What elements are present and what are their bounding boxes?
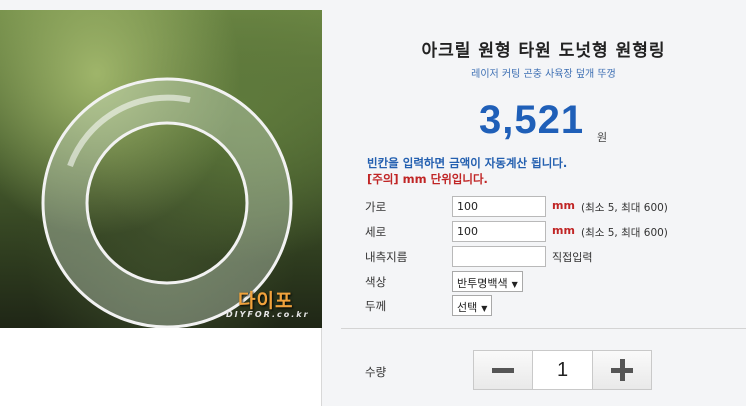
thickness-label: 두께 — [365, 299, 387, 313]
width-row: 가로 mm (최소 5, 최대 600) — [341, 196, 746, 218]
minus-icon — [492, 368, 514, 373]
inner-diameter-row: 내측지름 직접입력 — [341, 246, 746, 268]
thickness-select[interactable]: 선택 ▼ — [452, 295, 493, 316]
width-unit: mm — [552, 199, 575, 212]
height-row: 세로 mm (최소 5, 최대 600) — [341, 221, 746, 243]
color-row: 색상 반투명백색 ▼ — [341, 271, 746, 293]
chevron-down-icon: ▼ — [511, 280, 518, 289]
height-input[interactable] — [452, 221, 546, 242]
quantity-stepper: 1 — [473, 350, 652, 390]
plus-icon — [620, 359, 625, 381]
auto-calc-notice: 빈칸을 입력하면 금액이 자동계산 됩니다. — [367, 156, 568, 170]
height-unit: mm — [552, 224, 575, 237]
thickness-selected-value: 선택 — [457, 301, 478, 314]
product-image-panel: 다이포 DIYFOR.co.kr — [0, 10, 322, 406]
quantity-label: 수량 — [365, 365, 387, 379]
width-label: 가로 — [365, 200, 387, 214]
color-label: 색상 — [365, 275, 387, 289]
quantity-decrease-button[interactable] — [474, 351, 533, 389]
price-value: 3,521 — [479, 98, 585, 142]
height-label: 세로 — [365, 225, 387, 239]
inner-diameter-hint: 직접입력 — [552, 251, 593, 264]
inner-diameter-input[interactable] — [452, 246, 546, 267]
color-select[interactable]: 반투명백색 ▼ — [452, 271, 523, 292]
height-range: (최소 5, 최대 600) — [581, 227, 668, 239]
product-photo: 다이포 DIYFOR.co.kr — [0, 10, 322, 328]
price-currency: 원 — [597, 131, 608, 144]
product-subtitle: 레이저 커팅 곤충 사육장 덮개 뚜껑 — [471, 69, 616, 80]
brand-logo: 다이포 — [238, 290, 294, 312]
color-selected-value: 반투명백색 — [457, 277, 508, 290]
inner-diameter-label: 내측지름 — [365, 250, 408, 264]
quantity-value[interactable]: 1 — [533, 351, 592, 389]
quantity-increase-button[interactable] — [592, 351, 651, 389]
unit-warning: [주의] mm 단위입니다. — [367, 172, 488, 186]
width-range: (최소 5, 최대 600) — [581, 202, 668, 214]
divider — [341, 328, 746, 329]
brand-logo-url: DIYFOR.co.kr — [226, 310, 310, 319]
product-info-panel: 아크릴 원형 타원 도넛형 원형링 레이저 커팅 곤충 사육장 덮개 뚜껑 3,… — [341, 10, 746, 406]
thickness-row: 두께 선택 ▼ — [341, 295, 746, 317]
product-title: 아크릴 원형 타원 도넛형 원형링 — [421, 41, 666, 61]
width-input[interactable] — [452, 196, 546, 217]
chevron-down-icon: ▼ — [481, 304, 488, 313]
